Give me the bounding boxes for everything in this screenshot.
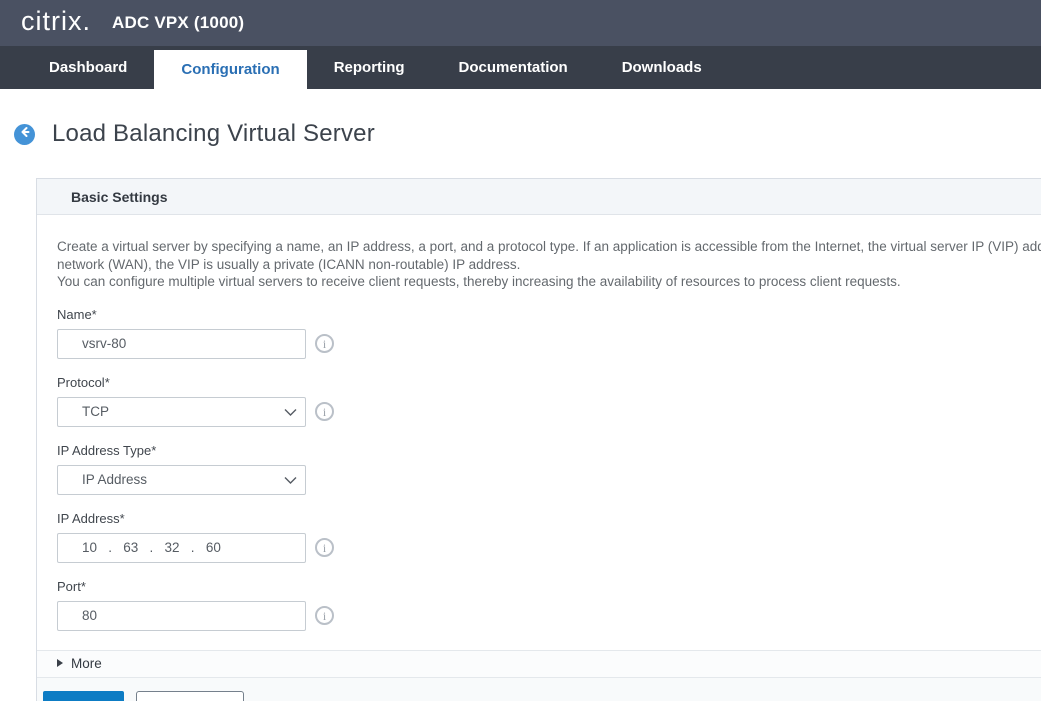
info-glyph: i [323, 338, 326, 350]
main-nav: Dashboard Configuration Reporting Docume… [0, 46, 1041, 89]
ok-button[interactable]: OK [43, 691, 124, 701]
info-icon[interactable]: i [315, 334, 334, 353]
ip-address-type-select[interactable]: IP Address [57, 465, 306, 495]
protocol-select-wrap: TCP [57, 397, 306, 427]
info-glyph: i [323, 406, 326, 418]
protocol-field: Protocol* TCP i [57, 375, 1041, 427]
info-icon[interactable]: i [315, 402, 334, 421]
name-label: Name* [57, 307, 1041, 322]
ip-address-field: IP Address* 10 . 63 . 32 . 60 i [57, 511, 1041, 563]
description-line: Create a virtual server by specifying a … [57, 238, 1041, 256]
tab-documentation[interactable]: Documentation [432, 46, 595, 89]
basic-settings-body: Create a virtual server by specifying a … [37, 215, 1041, 650]
port-field: Port* i [57, 579, 1041, 631]
ip-address-label: IP Address* [57, 511, 1041, 526]
info-icon[interactable]: i [315, 606, 334, 625]
tab-reporting[interactable]: Reporting [307, 46, 432, 89]
ip-address-type-label: IP Address Type* [57, 443, 1041, 458]
section-header-basic-settings: Basic Settings [37, 179, 1041, 215]
tab-configuration[interactable]: Configuration [154, 50, 306, 89]
info-icon[interactable]: i [315, 538, 334, 557]
port-label: Port* [57, 579, 1041, 594]
back-button[interactable] [14, 124, 35, 145]
more-label: More [71, 656, 102, 671]
chevron-right-icon [57, 659, 63, 667]
ip-address-input[interactable]: 10 . 63 . 32 . 60 [57, 533, 306, 563]
page-title: Load Balancing Virtual Server [52, 120, 375, 148]
description-text: Create a virtual server by specifying a … [57, 238, 1041, 291]
more-expander[interactable]: More [37, 650, 1041, 678]
protocol-select[interactable]: TCP [57, 397, 306, 427]
protocol-label: Protocol* [57, 375, 1041, 390]
basic-settings-panel: Basic Settings Create a virtual server b… [36, 178, 1041, 701]
info-glyph: i [323, 610, 326, 622]
page-header: Load Balancing Virtual Server [0, 89, 1041, 151]
citrix-logo: citrix. [21, 8, 91, 39]
ip-address-type-select-wrap: IP Address [57, 465, 306, 495]
ip-address-type-field: IP Address Type* IP Address [57, 443, 1041, 495]
panel-footer: OK Cancel [37, 678, 1041, 701]
name-input[interactable] [57, 329, 306, 359]
info-glyph: i [323, 542, 326, 554]
description-line: network (WAN), the VIP is usually a priv… [57, 256, 1041, 274]
app-header: citrix. ADC VPX (1000) [0, 0, 1041, 46]
tab-dashboard[interactable]: Dashboard [22, 46, 154, 89]
tab-downloads[interactable]: Downloads [595, 46, 729, 89]
app-title: ADC VPX (1000) [112, 13, 244, 33]
description-line: You can configure multiple virtual serve… [57, 273, 1041, 291]
port-input[interactable] [57, 601, 306, 631]
name-field: Name* i [57, 307, 1041, 359]
cancel-button[interactable]: Cancel [136, 691, 244, 701]
arrow-left-icon [19, 125, 31, 143]
